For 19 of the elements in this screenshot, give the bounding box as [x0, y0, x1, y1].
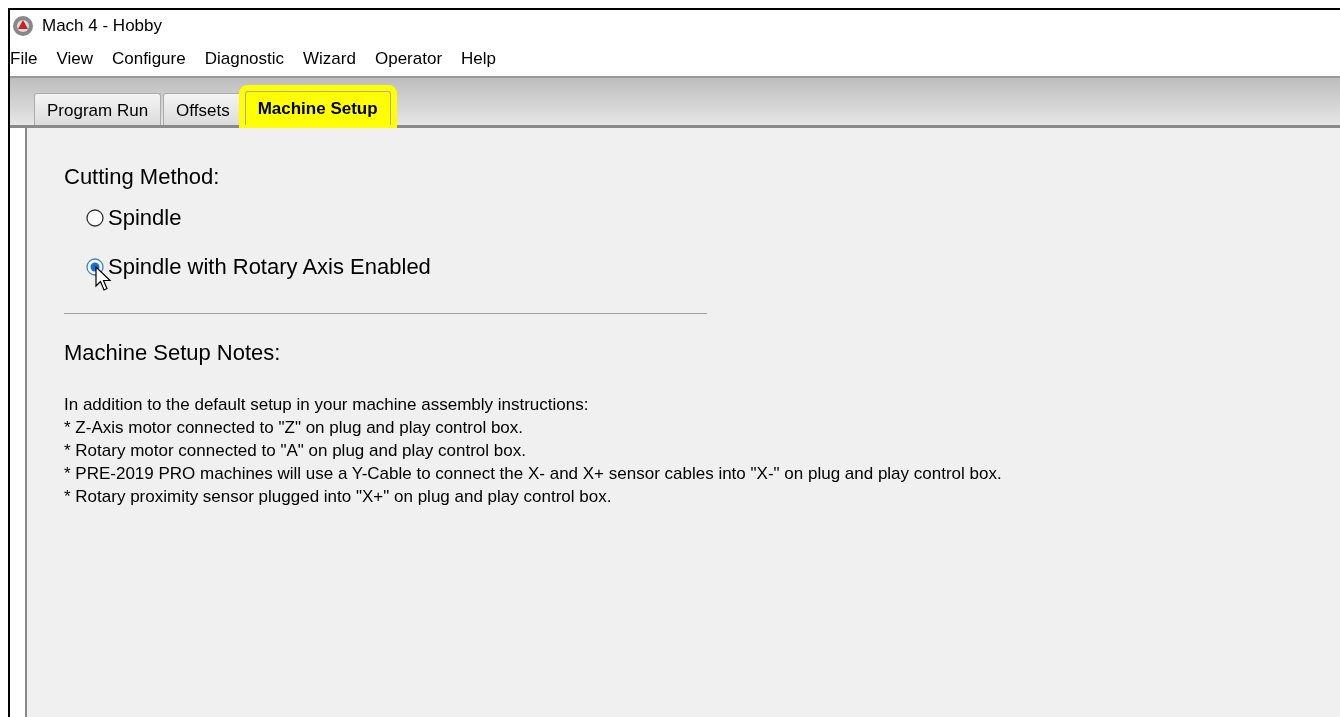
menu-item[interactable]: Diagnostic: [196, 46, 296, 72]
menu-item[interactable]: Configure: [103, 46, 197, 72]
note-text: In addition to the default setup in your machine assembly instructions:: [64, 394, 590, 416]
radio-button[interactable]: [86, 208, 104, 227]
note-text: * Rotary motor connected to "A" on plug and play control box.: [64, 440, 527, 462]
menu-item[interactable]: View: [48, 46, 104, 72]
note-text: * Rotary proximity sensor plugged into "X+" on plug and play control box.: [64, 486, 613, 508]
section-heading: Cutting Method:: [64, 163, 221, 191]
note-text: * PRE-2019 PRO machines will use a Y-Cable to connect the X- and X+ sensor cables into "X-" on plug and play control box.: [64, 463, 1003, 485]
app-logo-icon: [12, 15, 34, 37]
menu-item[interactable]: Operator: [366, 46, 454, 72]
note-text: * Z-Axis motor connected to "Z" on plug and play control box.: [64, 417, 525, 439]
window-title: Mach 4 - Hobby: [42, 15, 162, 38]
tab[interactable]: Program Run: [34, 93, 162, 125]
menu-item[interactable]: Help: [453, 46, 507, 72]
menu-item[interactable]: File: [10, 46, 49, 72]
menu-item[interactable]: Wizard: [295, 46, 367, 72]
section-heading: Machine Setup Notes:: [64, 339, 282, 367]
radio-label[interactable]: Spindle: [108, 201, 182, 234]
